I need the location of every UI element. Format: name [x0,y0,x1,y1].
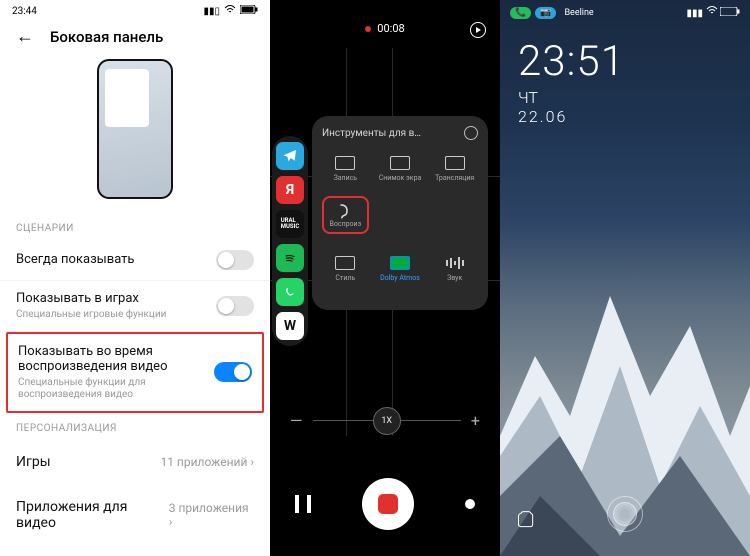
tool-label: Трансляция [435,174,474,182]
status-pill: 📞 📷 Beeline [510,7,599,19]
signal-icon: ▮▮▯ [203,6,220,17]
zoom-track[interactable]: 1X [313,420,461,421]
back-icon[interactable]: ← [16,26,34,47]
tool-sound[interactable]: Звук [431,250,478,288]
app-yandex[interactable]: Я [276,176,304,204]
chevron-right-icon: › [169,515,173,529]
video-tools-panel: Инструменты для в… Запись Снимок экра Тр… [312,116,488,310]
row-show-in-games[interactable]: Показывать в играх Специальные игровые ф… [0,281,270,332]
link-video-apps[interactable]: Приложения для видео 3 приложения › [0,485,270,547]
equalizer-icon [445,256,465,270]
tool-label: Стиль [335,274,355,282]
recording-bar: 00:08 [270,0,500,43]
tool-style[interactable]: Стиль [322,250,369,288]
record-shutter-button[interactable] [362,478,414,530]
mode-dot[interactable] [465,499,475,509]
tool-cast[interactable]: Трансляция [431,150,478,188]
carrier-name: Beeline [560,7,598,19]
ear-icon [335,202,355,216]
row-label: Показывать во время воспроизведения виде… [18,344,188,375]
tool-label: Снимок экра [379,174,422,182]
camera-shortcut-icon[interactable] [516,510,536,530]
gear-icon[interactable] [464,126,478,140]
status-bar: 📞 📷 Beeline ▮▮▮ [500,0,750,19]
call-icon: 📞 [510,7,531,19]
cast-icon [445,156,465,170]
zoom-slider[interactable]: — 1X + [290,411,480,430]
section-scenarios: СЦЕНАРИИ [0,213,270,240]
page-title: Боковая панель [50,28,163,46]
zoom-minus[interactable]: — [290,411,303,430]
battery-icon [720,7,740,19]
phone-mockup-icon [97,59,173,199]
fingerprint-icon[interactable] [607,496,643,532]
section-personalization: ПЕРСОНАЛИЗАЦИЯ [0,413,270,440]
lock-time: 23:51 [518,37,732,86]
app-whatsapp[interactable] [276,278,304,306]
row-always-show[interactable]: Всегда показывать [0,240,270,281]
panel-title: Инструменты для в… [322,128,421,139]
screenshot-icon [390,156,410,170]
toggle-show-during-video[interactable] [214,362,252,382]
toggle-always-show[interactable] [216,250,254,270]
status-icons: ▮▮▯ [203,5,258,18]
link-value: 3 приложения [169,501,249,515]
row-label: Показывать в играх [16,291,166,307]
zoom-knob[interactable]: 1X [373,407,401,435]
tool-dolby[interactable]: Dolby Atmos [377,250,424,288]
row-sub: Специальные игровые функции [16,309,166,321]
tool-label: Запись [334,174,358,182]
recording-time: 00:08 [377,22,404,35]
chevron-right-icon: › [250,455,254,469]
tool-label: Воспроиз [330,220,362,228]
status-time: 23:44 [12,6,37,17]
lock-date: 22.06 [518,107,732,126]
app-wikipedia[interactable]: W [276,312,304,340]
link-value: 11 приложений [160,455,247,469]
wifi-icon [224,5,236,18]
playback-button[interactable] [470,22,486,38]
link-label: Приложения для видео [16,499,169,533]
signal-icon: ▮▮▮ [687,8,704,19]
wifi-icon [706,6,718,19]
row-show-during-video[interactable]: Показывать во время воспроизведения виде… [6,332,264,413]
status-bar: 23:44 ▮▮▯ [0,0,270,18]
app-spotify[interactable] [276,244,304,272]
lock-day: ЧТ [518,88,732,107]
tool-label: Dolby Atmos [380,274,420,282]
camera-bottom-bar [270,478,500,530]
dolby-icon [390,256,410,270]
tool-play-audio[interactable]: Воспроиз [322,196,369,234]
pause-button[interactable] [295,495,311,513]
link-label: Игры [16,454,51,471]
camcorder-icon [335,156,355,170]
row-sub: Специальные функции для воспроизведения … [18,377,188,401]
row-label: Всегда показывать [16,252,134,268]
zoom-value: 1X [381,416,392,426]
app-ural-music[interactable]: URALMUSIC [276,210,304,238]
battery-icon [240,5,258,17]
lock-clock: 23:51 ЧТ 22.06 [500,19,750,126]
link-games[interactable]: Игры 11 приложений › [0,440,270,485]
record-indicator-icon: 📷 [535,7,556,19]
style-icon [335,256,355,270]
zoom-plus[interactable]: + [471,411,480,430]
status-icons: ▮▮▮ [687,6,740,19]
sidebar-apps: Я URALMUSIC W [272,136,308,346]
tool-screenshot[interactable]: Снимок экра [377,150,424,188]
tool-record[interactable]: Запись [322,150,369,188]
lock-screen: 📞 📷 Beeline ▮▮▮ 23:51 ЧТ 22.06 [500,0,750,556]
preview-area [0,53,270,213]
tool-label: Звук [447,274,462,282]
record-dot-icon [365,26,371,32]
toggle-show-in-games[interactable] [216,296,254,316]
settings-screen: 23:44 ▮▮▯ ← Боковая панель СЦЕНАРИИ Всег… [0,0,270,556]
camera-screen: 00:08 Я URALMUSIC W Инструменты для в… З… [270,0,500,556]
header: ← Боковая панель [0,18,270,53]
app-telegram[interactable] [276,142,304,170]
